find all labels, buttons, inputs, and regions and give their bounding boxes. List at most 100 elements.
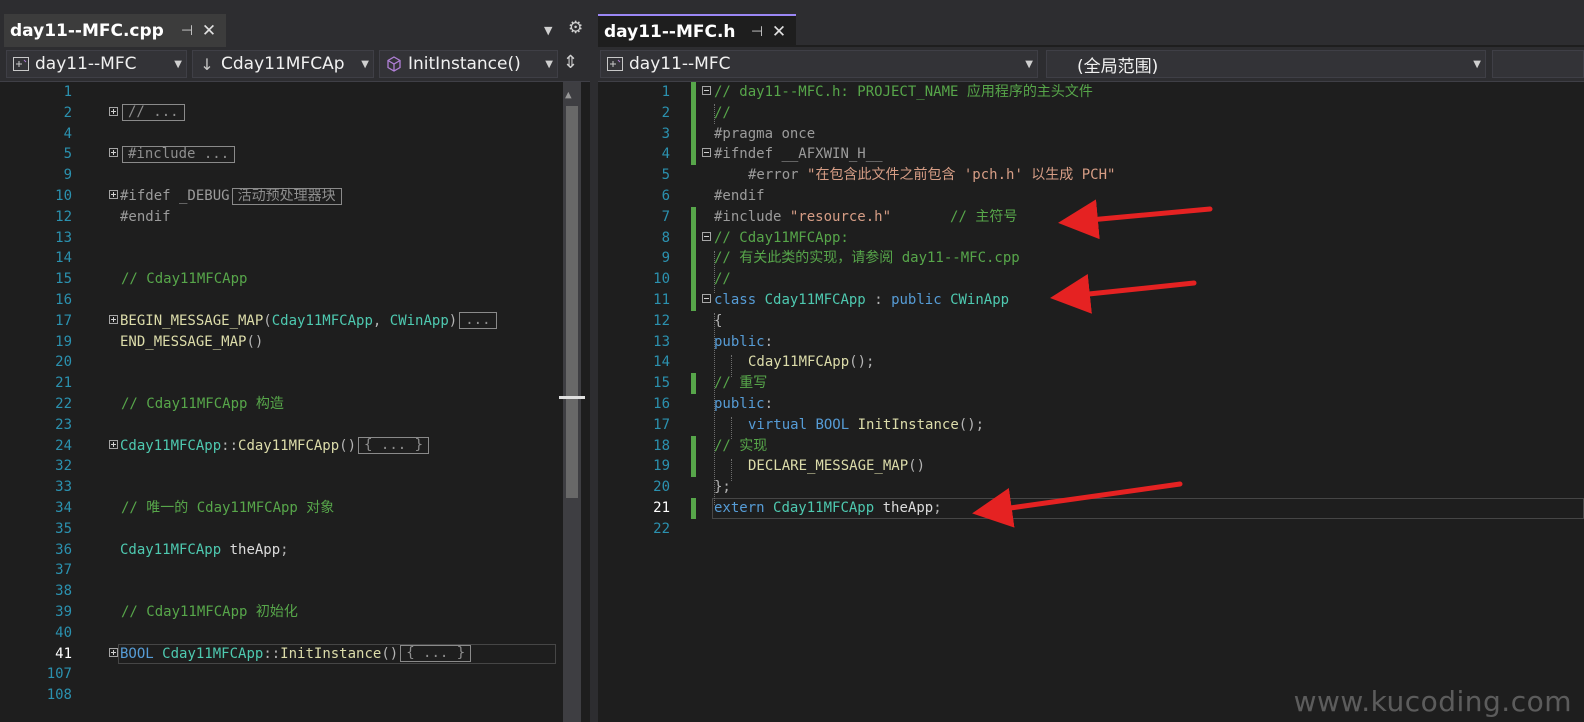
code-line: 20 xyxy=(0,352,590,373)
split-icon[interactable]: ⇕ xyxy=(563,52,578,73)
code-line: 2 // ... xyxy=(0,103,590,124)
collapsed-region[interactable]: { ... } xyxy=(358,437,430,455)
project-name: day11--MFC xyxy=(35,54,137,74)
line-number: 32 xyxy=(55,458,72,475)
line-number: 9 xyxy=(63,167,72,184)
code-line: 24 Cday11MFCApp::Cday11MFCApp(){ ... } xyxy=(0,436,590,457)
line-number: 39 xyxy=(55,604,72,620)
line-number: 24 xyxy=(55,437,72,454)
code-line: 38 xyxy=(0,581,590,602)
watermark: www.kucoding.com xyxy=(1293,685,1572,718)
expand-icon[interactable] xyxy=(109,647,118,657)
left-tabstrip: day11--MFC.cpp ⊣ ✕ ▼ ⚙ xyxy=(0,0,590,47)
expand-icon[interactable] xyxy=(109,148,118,158)
member-name: InitInstance() xyxy=(408,54,521,74)
code-token: ; xyxy=(280,541,289,558)
line-number: 14 xyxy=(55,250,72,267)
chevron-down-icon: ▼ xyxy=(361,58,369,70)
code-text: // 唯一的 Cday11MFCApp 对象 xyxy=(121,498,334,519)
scroll-thumb[interactable] xyxy=(566,106,578,498)
code-token: END_MESSAGE_MAP xyxy=(120,333,247,350)
line-number: 20 xyxy=(55,354,72,371)
line-number: 15 xyxy=(55,271,72,288)
left-code-editor[interactable]: 1 2 // ... 4 5 #include ... 9 10 #ifdef _DEBUG 活动… xyxy=(0,82,590,722)
code-text: #ifdef _DEBUG 活动预处理器块 xyxy=(120,186,342,207)
line-number: 5 xyxy=(63,146,72,163)
code-line: 1 xyxy=(0,82,590,103)
line-number: 13 xyxy=(55,229,72,246)
collapsed-region[interactable]: ... xyxy=(459,312,497,330)
class-name: Cday11MFCAp xyxy=(221,54,345,74)
current-line-highlight xyxy=(118,643,556,665)
expand-icon[interactable] xyxy=(109,439,118,449)
close-icon[interactable]: ✕ xyxy=(198,21,220,41)
code-line: 23 xyxy=(0,415,590,436)
code-line: 33 xyxy=(0,477,590,498)
expand-icon[interactable] xyxy=(109,106,118,116)
code-token: // Cday11MFCApp 构造 xyxy=(121,396,284,412)
right-editor-pane: day11--MFC.h ⊣ ✕ day11--MFC ▼ (全局范围) ▼ 1… xyxy=(598,0,1584,722)
code-line: 12 #endif xyxy=(0,207,590,228)
project-dropdown[interactable]: day11--MFC ▼ xyxy=(6,50,187,78)
code-token: #ifdef xyxy=(120,188,171,204)
code-line: 107 xyxy=(0,664,590,685)
code-line: 108 xyxy=(0,685,590,706)
project-icon xyxy=(11,54,31,74)
code-line: 32 xyxy=(0,456,590,477)
line-number: 2 xyxy=(63,104,72,121)
code-line: 19 END_MESSAGE_MAP() xyxy=(0,332,590,353)
line-number: 107 xyxy=(46,666,72,683)
line-number: 22 xyxy=(55,396,72,412)
code-line: 14 xyxy=(0,248,590,269)
line-number: 33 xyxy=(55,479,72,496)
left-vertical-scrollbar[interactable]: ▲ xyxy=(559,82,585,722)
line-number: 41 xyxy=(55,645,72,662)
arrow-down-icon: ↓ xyxy=(200,54,214,74)
line-number: 4 xyxy=(63,125,72,142)
code-line: 10 #ifdef _DEBUG 活动预处理器块 xyxy=(0,186,590,207)
code-token: () xyxy=(246,333,264,350)
code-token: Cday11MFCApp xyxy=(238,437,340,454)
code-line: 4 xyxy=(0,124,590,145)
collapsed-region[interactable]: // ... xyxy=(122,104,185,122)
chevron-down-icon: ▼ xyxy=(174,58,182,70)
code-line: 36 Cday11MFCApp theApp; xyxy=(0,540,590,561)
annotation-layer xyxy=(972,199,1213,528)
code-token: #endif xyxy=(120,208,171,225)
member-dropdown[interactable]: InitInstance() ▼ xyxy=(379,50,558,78)
dropdown-icon[interactable]: ▼ xyxy=(544,24,552,37)
class-dropdown[interactable]: ↓ Cday11MFCAp ▼ xyxy=(192,50,374,78)
left-navigation-bar: day11--MFC ▼ ↓ Cday11MFCAp ▼ InitInstanc… xyxy=(0,47,590,82)
code-text: // ... xyxy=(120,103,185,124)
collapsed-region[interactable]: 活动预处理器块 xyxy=(231,187,342,205)
red-arrow-annotation xyxy=(1050,273,1197,314)
expand-icon[interactable] xyxy=(109,190,118,199)
code-token: () xyxy=(339,437,357,454)
scroll-position-marker xyxy=(559,396,585,399)
scroll-up-arrow-icon[interactable]: ▲ xyxy=(565,88,572,101)
code-line: 17 BEGIN_MESSAGE_MAP(Cday11MFCApp, CWinAp… xyxy=(0,311,590,332)
expand-icon[interactable] xyxy=(109,314,118,324)
pin-icon[interactable]: ⊣ xyxy=(176,23,198,39)
left-editor-pane: day11--MFC.cpp ⊣ ✕ ▼ ⚙ day11--MFC ▼ ↓ Cd… xyxy=(0,0,590,722)
code-line: 37 xyxy=(0,560,590,581)
code-text: #include ... xyxy=(120,144,236,165)
code-line: 35 xyxy=(0,519,590,540)
collapsed-region[interactable]: #include ... xyxy=(122,145,236,163)
code-line: 5 #include ... xyxy=(0,144,590,165)
code-token: Cday11MFCApp xyxy=(120,437,222,454)
gear-icon[interactable]: ⚙ xyxy=(568,18,583,38)
code-text: // Cday11MFCApp 构造 xyxy=(121,394,284,415)
line-number: 21 xyxy=(55,375,72,392)
line-number: 37 xyxy=(55,562,72,579)
code-line: 15 // Cday11MFCApp xyxy=(0,269,590,290)
code-text: // Cday11MFCApp xyxy=(121,269,247,290)
tab-day11-mfc-cpp[interactable]: day11--MFC.cpp ⊣ ✕ xyxy=(4,14,226,47)
pane-splitter[interactable] xyxy=(590,0,598,722)
line-number: 34 xyxy=(55,500,72,516)
code-token: theApp xyxy=(229,541,281,558)
line-number: 38 xyxy=(55,583,72,600)
line-number: 16 xyxy=(55,292,72,308)
code-text: #endif xyxy=(120,207,171,228)
